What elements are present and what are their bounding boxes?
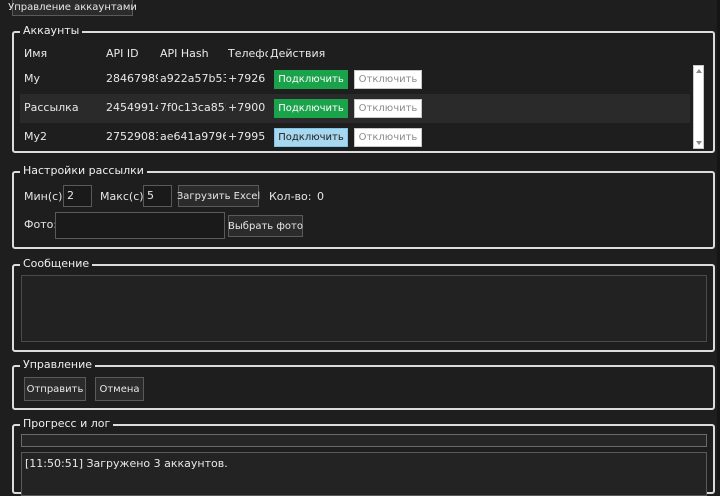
- scroll-up-arrow-icon[interactable]: [696, 69, 702, 73]
- disconnect-button[interactable]: Отключить: [354, 99, 422, 118]
- settings-legend: Настройки рассылки: [20, 164, 147, 178]
- progress-bar: [21, 434, 707, 447]
- settings-group: Настройки рассылки Мин(с): 2 Макс(с): 5 …: [12, 164, 715, 249]
- message-legend: Сообщение: [20, 257, 93, 271]
- send-button[interactable]: Отправить: [24, 377, 86, 401]
- account-name: My: [24, 72, 41, 85]
- column-header-phone[interactable]: Телефо: [228, 47, 268, 60]
- progress-group: Прогресс и лог [11:50:51] Загружено 3 ак…: [12, 417, 715, 496]
- choose-photo-button[interactable]: Выбрать фото: [228, 215, 303, 237]
- scroll-down-arrow-icon[interactable]: [696, 141, 702, 145]
- max-delay-label: Макс(с):: [100, 190, 148, 203]
- accounts-group: Аккаунты Имя API ID API Hash Телефо Дейс…: [12, 24, 715, 153]
- min-delay-input[interactable]: 2: [63, 185, 92, 207]
- column-header-api-id[interactable]: API ID: [106, 47, 139, 60]
- accounts-legend: Аккаунты: [20, 24, 83, 38]
- accounts-table: Имя API ID API Hash Телефо Действия My 2…: [20, 39, 708, 151]
- account-name: My2: [24, 130, 47, 143]
- account-phone: +79005: [228, 101, 266, 114]
- column-header-actions[interactable]: Действия: [270, 47, 325, 60]
- cancel-button[interactable]: Отмена: [95, 377, 144, 401]
- disconnect-button[interactable]: Отключить: [354, 70, 422, 89]
- control-group: Управление Отправить Отмена: [12, 358, 715, 410]
- message-group: Сообщение: [12, 257, 715, 352]
- account-api-hash: 7f0c13ca8557: [160, 101, 226, 114]
- account-api-id: 28467989: [106, 72, 158, 85]
- max-delay-input[interactable]: 5: [143, 185, 172, 207]
- account-api-hash: ae641a97962: [160, 130, 226, 143]
- account-api-hash: a922a57b534: [160, 72, 226, 85]
- account-api-id: 27529083: [106, 130, 158, 143]
- connect-button[interactable]: Подключить: [274, 128, 348, 147]
- account-phone: +79955: [228, 130, 266, 143]
- account-name: Рассылка: [24, 101, 79, 114]
- column-header-name[interactable]: Имя: [24, 47, 47, 60]
- column-header-api-hash[interactable]: API Hash: [160, 47, 209, 60]
- photo-path-field[interactable]: [55, 212, 225, 239]
- count-value: 0: [317, 190, 324, 203]
- connect-button[interactable]: Подключить: [274, 70, 348, 89]
- account-row[interactable]: My2 27529083 ae641a97962 +79955 Подключи…: [20, 123, 690, 151]
- min-delay-label: Мин(с):: [24, 190, 67, 203]
- accounts-scrollbar[interactable]: [693, 65, 704, 149]
- connect-button[interactable]: Подключить: [274, 99, 348, 118]
- message-textarea[interactable]: [21, 275, 707, 342]
- account-row[interactable]: My 28467989 a922a57b534 +79262 Подключит…: [20, 65, 690, 94]
- count-label: Кол-во:: [269, 190, 312, 203]
- manage-accounts-button[interactable]: Управление аккаунтами: [8, 0, 137, 16]
- account-row[interactable]: Рассылка 24549914 7f0c13ca8557 +79005 По…: [20, 94, 690, 123]
- account-phone: +79262: [228, 72, 266, 85]
- control-legend: Управление: [20, 358, 96, 372]
- account-api-id: 24549914: [106, 101, 158, 114]
- disconnect-button[interactable]: Отключить: [354, 128, 422, 147]
- load-excel-button[interactable]: Загрузить Excel: [177, 185, 260, 207]
- progress-legend: Прогресс и лог: [20, 417, 114, 431]
- log-textarea[interactable]: [11:50:51] Загружено 3 аккаунтов.: [21, 452, 707, 496]
- photo-label: Фото:: [24, 218, 58, 231]
